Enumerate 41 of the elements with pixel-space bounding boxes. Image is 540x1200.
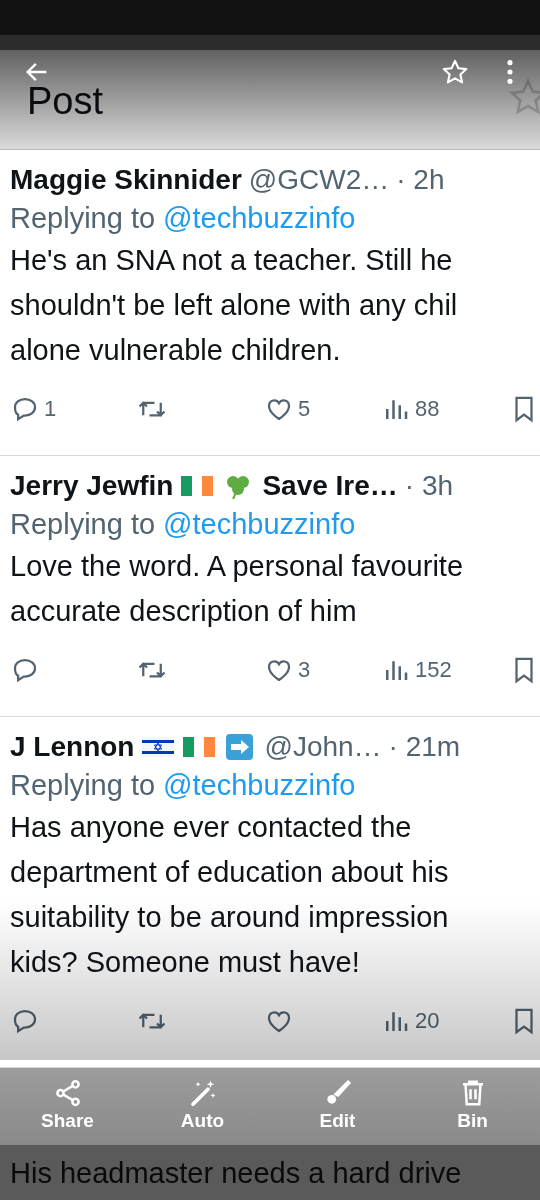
- like-count: 5: [298, 395, 311, 423]
- reply-text: kids? Someone must have!: [10, 945, 360, 980]
- action-button[interactable]: Share: [0, 1078, 135, 1145]
- like-count: 3: [298, 656, 311, 684]
- reply-text: department of education about his: [10, 855, 449, 890]
- view-count: 20: [415, 1007, 440, 1035]
- user-name: Save Ire…: [262, 470, 398, 502]
- timestamp: · 21m: [388, 731, 461, 763]
- reply-text: Has anyone ever contacted the: [10, 810, 412, 845]
- mention-link[interactable]: @techbuzzinfo: [163, 765, 356, 805]
- star-icon[interactable]: [441, 58, 469, 86]
- user-name: Jerry Jewfin: [10, 470, 174, 502]
- reply-text: He's an SNA not a teacher. Still he: [10, 243, 453, 278]
- timestamp: · 3h: [404, 470, 454, 502]
- reply-text: Love the word. A personal favourite: [10, 549, 463, 584]
- user-name: Maggie Skinnider: [10, 164, 242, 196]
- action-button[interactable]: Bin: [405, 1078, 540, 1145]
- view-count: 88: [415, 395, 440, 423]
- view-count: 152: [415, 656, 452, 684]
- replying-label: Replying to: [10, 768, 156, 803]
- user-name: J Lennon: [10, 731, 135, 763]
- replying-label: Replying to: [10, 201, 156, 236]
- user-handle: @GCW2…: [248, 164, 390, 196]
- reply-count: 1: [44, 395, 57, 423]
- ireland-flag-icon: [182, 734, 217, 760]
- reply-text: alone vulnerable children.: [10, 333, 341, 368]
- ireland-flag-icon: [180, 473, 215, 499]
- action-button[interactable]: Edit: [270, 1078, 405, 1145]
- reply-text: accurate description of him: [10, 594, 357, 629]
- action-button[interactable]: Auto: [135, 1078, 270, 1145]
- star-icon: [508, 77, 540, 117]
- timestamp: · 2h: [396, 164, 445, 196]
- replying-label: Replying to: [10, 507, 156, 542]
- reply-text: shouldn't be left alone with any chil: [10, 288, 458, 323]
- israel-flag-icon: [141, 734, 176, 760]
- user-handle: @John…: [264, 731, 382, 763]
- page-title: Post: [27, 81, 104, 121]
- mention-link[interactable]: @techbuzzinfo: [163, 198, 356, 238]
- reply-text: His headmaster needs a hard drive: [10, 1156, 462, 1191]
- mention-link[interactable]: @techbuzzinfo: [163, 504, 356, 544]
- reply-text: suitability to be around impression: [10, 900, 449, 935]
